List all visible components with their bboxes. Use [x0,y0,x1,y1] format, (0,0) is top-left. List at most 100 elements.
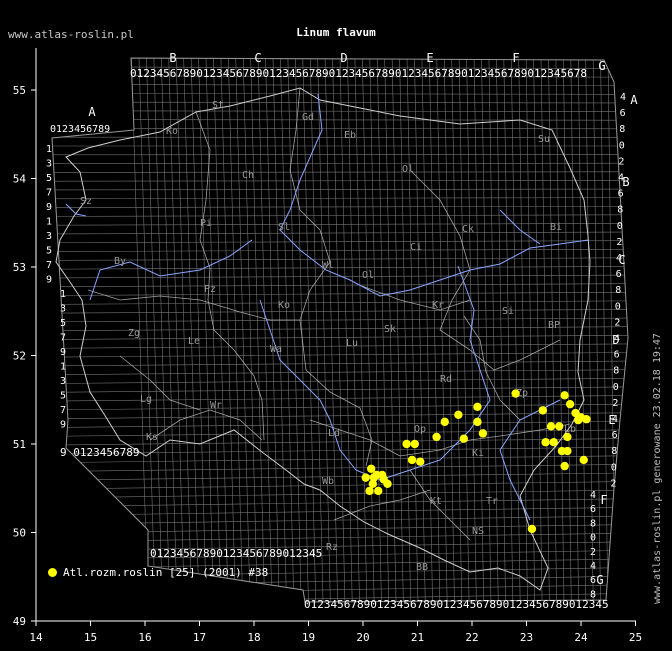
lower-right-digit: 6 [590,504,596,515]
map-title: Linum flavum [296,26,376,39]
left-digit: 7 [60,333,66,344]
x-tick-label: 18 [247,631,260,644]
x-tick-label: 14 [29,631,43,644]
left-digit: 5 [46,246,52,257]
region-code: Kr [432,300,444,311]
y-tick-label: 50 [13,527,26,540]
y-tick-label: 52 [13,350,26,363]
left-digit: 5 [60,391,66,402]
region-code: Le [188,336,200,347]
left-digit: 9 [60,347,66,358]
record-dot [379,475,388,484]
x-tick-label: 15 [84,631,97,644]
region-code: Pz [204,284,216,295]
digit-strip-a-bottom: 9 0123456789 [60,446,139,459]
left-digit: 3 [46,159,52,170]
record-dot [361,473,370,482]
x-tick-label: 23 [520,631,533,644]
y-tick-label: 55 [13,84,26,97]
record-dot [402,439,411,449]
record-dot [407,455,417,465]
record-dot [555,422,564,431]
right-digit: 0 [613,382,619,393]
grid-column-letter: F [512,51,519,65]
right-digit: 0 [611,462,617,473]
record-dot [478,429,488,438]
legend-label: Atl.rozm.roslin [25] (2001) #38 [63,566,269,579]
region-code: Lg [140,394,152,405]
grid-column-letter: E [426,51,433,65]
right-digit: 8 [611,446,617,457]
region-code: Op [414,424,426,435]
right-digit: 2 [618,156,624,167]
record-dot [511,389,520,398]
right-digit: 2 [616,237,622,248]
region-code: Ko [166,126,178,137]
right-digit: 0 [615,301,621,312]
region-code: Ch [242,170,254,181]
left-digit: 9 [60,420,66,431]
record-dot [473,402,482,412]
region-code: Wb [322,476,334,487]
digit-strip-top: 0123456789012345678901234567890123456789… [130,67,587,80]
region-code: Wl [322,260,334,271]
region-code: Ld [328,428,340,439]
region-code: Sz [80,196,92,207]
x-tick-label: 17 [193,631,206,644]
record-dot [365,486,374,496]
right-digit: 6 [618,189,624,200]
right-digit: 0 [617,221,623,232]
right-digit: 4 [618,173,624,184]
region-code: Ol [362,270,374,281]
lower-right-digit: 2 [590,547,596,558]
y-tick-label: 49 [13,615,26,628]
region-code: NS [472,526,484,537]
region-code: Rd [440,374,452,385]
left-digit: 3 [60,376,66,387]
record-dot [563,446,572,456]
legend-dot-icon [48,568,57,577]
record-dot [416,457,425,466]
lower-right-digit: 8 [590,589,596,600]
record-dot [549,438,558,447]
region-code: Rz [326,542,338,553]
lower-right-digit: 8 [590,518,596,529]
left-digit: 1 [60,289,66,300]
record-dot [560,391,569,400]
record-dot [565,399,575,409]
right-digit: 8 [615,285,621,296]
lower-right-digit: 6 [590,575,596,586]
digit-strip-bottom: 0123456789012345678901234567890123456789… [304,598,609,611]
lower-right-digit: 0 [590,533,596,544]
grid-column-letter: A [88,105,96,119]
region-code: Wa [270,344,282,355]
region-code: Ko [278,300,290,311]
record-dot [410,439,419,449]
distribution-map: 14 15 16 17 18 19 20 21 22 23 24 2549505152535455St… [13,48,642,644]
grid-column-letter: D [340,51,347,65]
record-dot [374,486,383,496]
right-digit: 4 [614,334,620,345]
record-dot [369,473,379,482]
digit-strip-b-bottom: 01234567890123456789012345 [150,547,322,560]
record-dot [459,434,469,443]
region-code: Eb [344,130,356,141]
record-dot [563,432,572,442]
left-digit: 3 [60,304,66,315]
digit-strip-a: 0123456789 [50,124,110,135]
record-dot [560,461,569,471]
region-code: Zg [128,328,140,339]
y-tick-label: 51 [13,438,26,451]
y-tick-label: 54 [13,173,27,186]
left-digit: 7 [60,405,66,416]
lower-right-digit: 4 [590,561,596,572]
lower-right-digit: 4 [590,490,596,501]
legend: Atl.rozm.roslin [25] (2001) #38 [48,566,268,579]
record-dot [538,406,548,415]
record-dot [473,417,482,427]
x-tick-label: 20 [356,631,369,644]
left-digit: 9 [46,275,52,286]
right-digit: 6 [614,350,620,361]
record-dot [574,415,583,425]
right-digit: 2 [610,478,616,489]
